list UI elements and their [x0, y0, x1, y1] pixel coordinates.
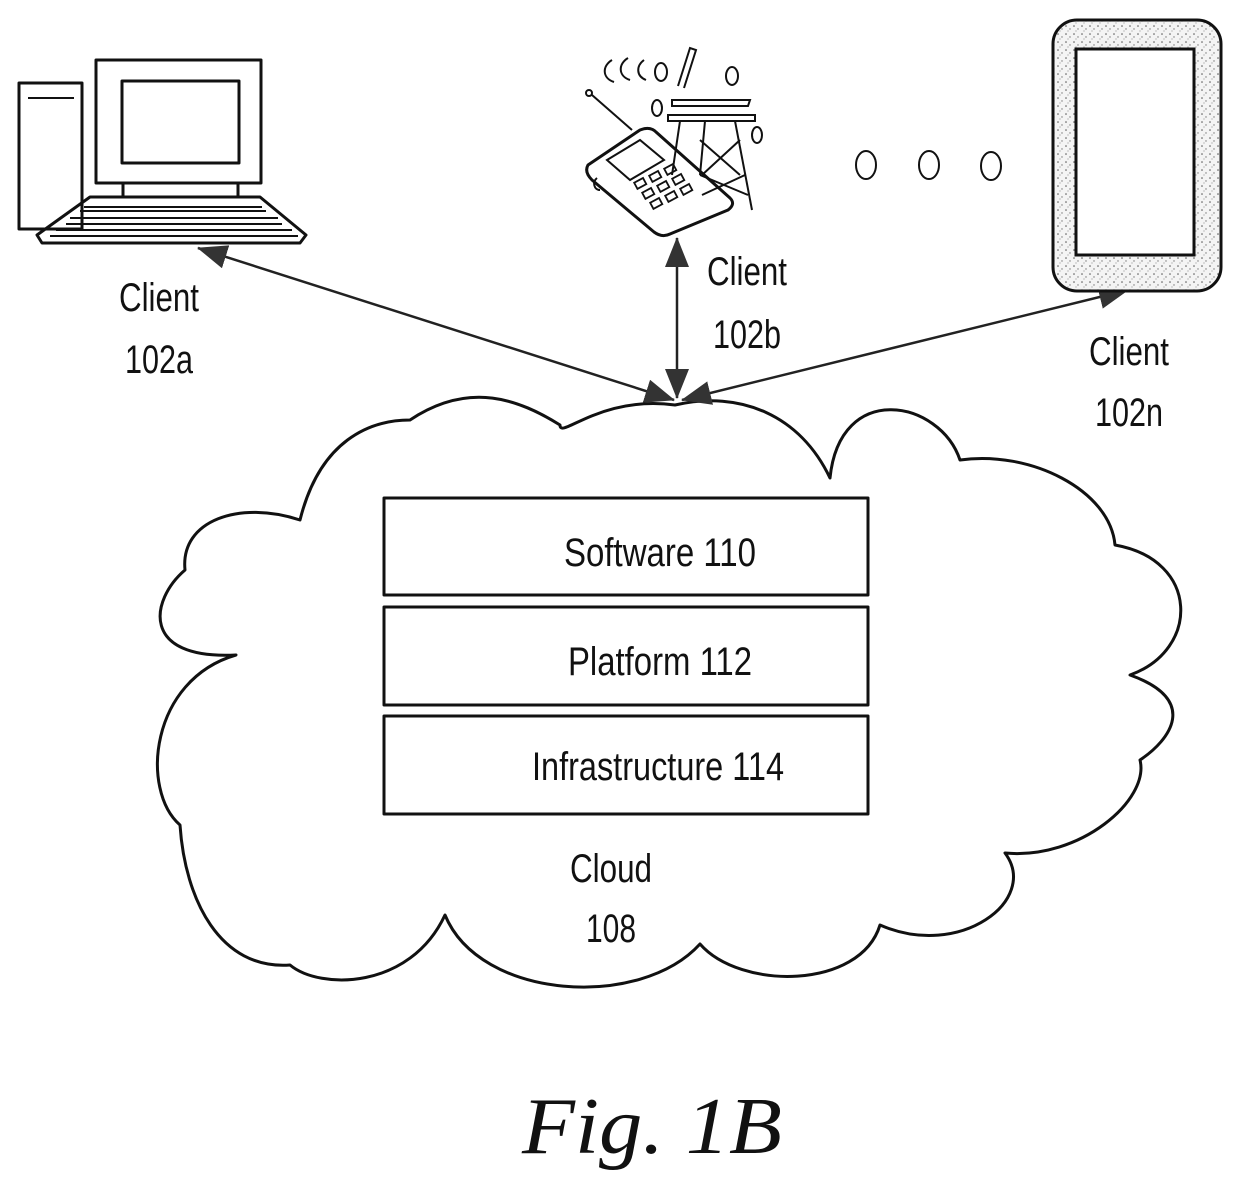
tablet-icon — [1051, 18, 1223, 293]
more-clients-ellipsis — [855, 150, 1002, 181]
cloud-ref: 108 — [586, 907, 636, 951]
client-102n-ref: 102n — [1095, 391, 1163, 435]
cloud-108: Software 110 Platform 112 Infrastructure… — [155, 395, 1183, 989]
client-102b-ref: 102b — [713, 313, 781, 357]
figure-caption: Fig. 1B — [521, 1083, 782, 1171]
ellipsis-dot — [855, 150, 877, 180]
client-102b: Client 102b — [585, 46, 787, 357]
client-102b-label: Client — [707, 250, 787, 294]
ellipsis-dot — [918, 150, 940, 180]
connections — [197, 237, 1129, 405]
client-102a: Client 102a — [17, 58, 308, 382]
client-102n: Client 102n — [1051, 18, 1223, 435]
layer-platform: Platform 112 — [382, 605, 870, 707]
software-label: Software 110 — [564, 531, 756, 575]
ellipsis-dot — [980, 151, 1002, 181]
infrastructure-label: Infrastructure 114 — [532, 745, 784, 789]
connection-102a — [197, 245, 675, 403]
client-102n-label: Client — [1089, 330, 1169, 374]
diagram-canvas: Software 110 Platform 112 Infrastructure… — [17, 18, 1223, 1171]
cloud-label: Cloud — [570, 847, 652, 891]
platform-label: Platform 112 — [568, 640, 752, 684]
layer-software: Software 110 — [382, 496, 870, 597]
mobile-phone-icon — [585, 46, 763, 238]
desktop-computer-icon — [17, 58, 308, 245]
client-102a-ref: 102a — [125, 338, 194, 382]
client-102a-label: Client — [119, 276, 199, 320]
cloud-outline — [155, 395, 1183, 989]
layer-infrastructure: Infrastructure 114 — [382, 714, 870, 816]
